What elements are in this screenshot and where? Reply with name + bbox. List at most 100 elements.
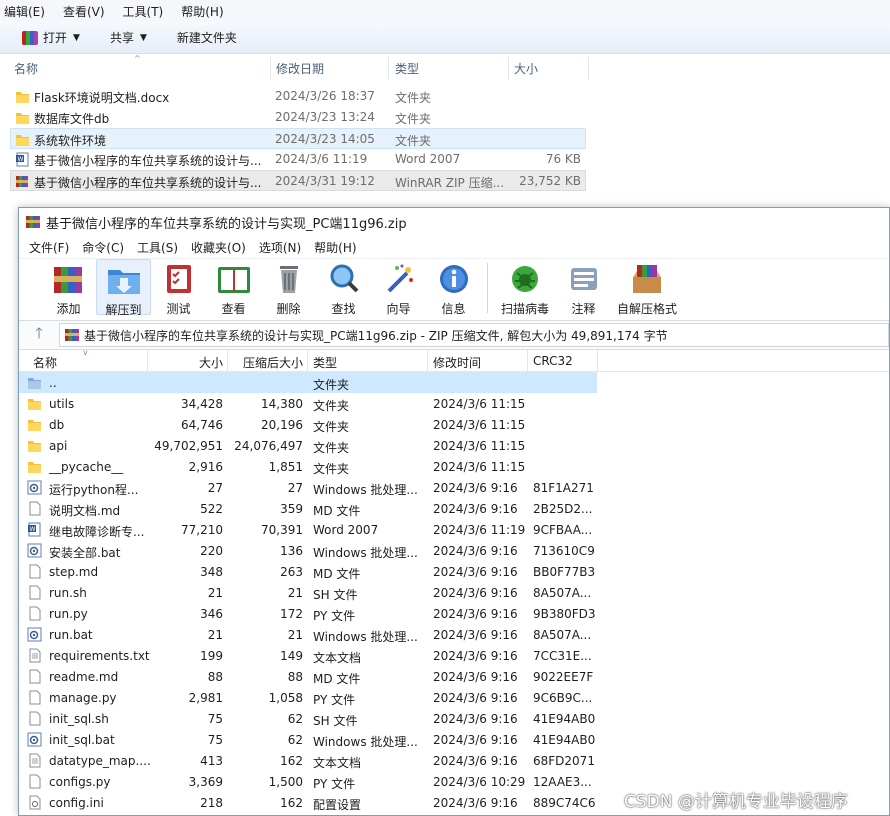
list-item[interactable]: 基于微信小程序的车位共享系统的设计与... 2024/3/31 19:12 Wi… [10,170,586,191]
explorer-file-list: Flask环境说明文档.docx 2024/3/26 18:37 文件夹 数据库… [10,86,586,191]
table-row[interactable]: run.bat 21 21 Windows 批处理... 2024/3/6 9:16 8A… [19,624,889,645]
column-divider[interactable] [388,56,389,80]
table-row[interactable]: requirements.txt 199 149 文本文档 2024/3/6 9:16 7… [19,645,889,666]
table-row[interactable]: 运行python程... 27 27 Windows 批处理... 2024/3/6 9… [19,477,889,498]
table-row[interactable]: init_sql.bat 75 62 Windows 批处理... 2024/3/6 9… [19,729,889,750]
folder-icon [27,459,42,474]
table-row[interactable]: manage.py 2,981 1,058 PY 文件 2024/3/6 9:16 9C6… [19,687,889,708]
column-divider[interactable] [588,56,589,80]
cell-type: SH 文件 [313,588,358,602]
table-row[interactable]: run.sh 21 21 SH 文件 2024/3/6 9:16 8A507A... [19,582,889,603]
explorer-col-date[interactable]: 修改日期 [276,60,324,77]
explorer-menu-help[interactable]: 帮助(H) [177,3,229,20]
extract-to-icon [106,264,142,296]
table-row[interactable]: 说明文档.md 522 359 MD 文件 2024/3/6 9:16 2B25D2... [19,498,889,519]
find-button[interactable]: 查找 [316,259,371,317]
winrar-title-bar[interactable]: 基于微信小程序的车位共享系统的设计与实现_PC端11g96.zip [19,208,889,236]
cell-name: configs.py [49,775,111,789]
settings-file-icon [27,795,42,810]
table-row[interactable]: W 继电故障诊断专... 77,210 70,391 Word 2007 2024/3/6… [19,519,889,540]
test-button[interactable]: 测试 [151,259,206,317]
cell-name: utils [49,397,75,411]
table-row[interactable]: .. 文件夹 [19,372,597,393]
new-folder-button[interactable]: 新建文件夹 [177,29,237,46]
view-button[interactable]: 查看 [206,259,261,317]
cell-type: Windows 批处理... [313,630,418,644]
cell-name: run.bat [49,628,93,642]
wizard-button[interactable]: 向导 [371,259,426,317]
table-row[interactable]: __pycache__ 2,916 1,851 文件夹 2024/3/6 11:15 [19,456,889,477]
table-row[interactable]: step.md 348 263 MD 文件 2024/3/6 9:16 BB0F77B3 [19,561,889,582]
list-item[interactable]: 系统软件环境 2024/3/23 14:05 文件夹 [10,128,586,149]
column-divider[interactable] [270,56,271,80]
open-button-label: 打开 [43,31,68,45]
extract-to-button[interactable]: 解压到 [96,259,151,317]
table-row[interactable]: utils 34,428 14,380 文件夹 2024/3/6 11:15 [19,393,889,414]
cell-type: 配置设置 [313,798,362,812]
column-divider[interactable] [147,350,148,372]
column-divider[interactable] [307,350,308,372]
explorer-col-type[interactable]: 类型 [395,60,419,77]
menu-favorites[interactable]: 收藏夹(O) [191,239,246,256]
table-row[interactable]: api 49,702,951 24,076,497 文件夹 2024/3/6 11:15 [19,435,889,456]
delete-button[interactable]: 删除 [261,259,316,317]
cell-size: 522 [200,502,223,516]
cell-type: 文本文档 [313,651,362,665]
list-item[interactable]: W 基于微信小程序的车位共享系统的设计与... 2024/3/6 11:19 W… [10,149,586,170]
table-row[interactable]: datatype_map.... 413 162 文本文档 2024/3/6 9:16 6… [19,750,889,771]
column-divider[interactable] [508,56,509,80]
column-divider[interactable] [597,350,598,372]
explorer-col-size[interactable]: 大小 [514,60,538,77]
list-item[interactable]: 数据库文件db 2024/3/23 13:24 文件夹 [10,107,586,128]
col-modified[interactable]: 修改时间 [433,354,481,371]
archive-file-list: .. 文件夹 utils 34,428 14,380 文件夹 2024/3/6 11:15 d… [19,372,889,813]
archive-path-field[interactable]: 基于微信小程序的车位共享系统的设计与实现_PC端11g96.zip - ZIP … [59,323,889,347]
file-type: 文件夹 [395,112,432,126]
cell-type: 文件夹 [313,399,350,413]
virus-scan-button[interactable]: 扫描病毒 [494,259,556,317]
explorer-menu-view[interactable]: 查看(V) [59,3,111,20]
cell-name: 继电故障诊断专... [49,525,145,539]
menu-help[interactable]: 帮助(H) [314,239,356,256]
menu-file[interactable]: 文件(F) [29,239,69,256]
col-crc[interactable]: CRC32 [533,354,573,368]
table-row[interactable]: run.py 346 172 PY 文件 2024/3/6 9:16 9B380FD3 [19,603,889,624]
col-size[interactable]: 大小 [149,354,223,371]
explorer-column-header: 名称 ^ 修改日期 类型 大小 [0,54,590,80]
cell-modified: 2024/3/6 9:16 [433,670,518,684]
menu-options[interactable]: 选项(N) [259,239,301,256]
menu-commands[interactable]: 命令(C) [82,239,124,256]
col-type[interactable]: 类型 [313,354,337,371]
menu-tools[interactable]: 工具(S) [137,239,178,256]
add-archive-icon [51,263,87,295]
explorer-col-name[interactable]: 名称 [14,60,38,77]
text-file-icon [27,753,42,768]
sfx-button[interactable]: 自解压格式 [611,259,683,317]
col-name[interactable]: 名称 [33,354,57,371]
info-button[interactable]: 信息 [426,259,481,317]
col-packed[interactable]: 压缩后大小 [229,354,303,371]
cell-modified: 2024/3/6 11:15 [433,418,526,432]
table-row[interactable]: 安装全部.bat 220 136 Windows 批处理... 2024/3/6 9:1… [19,540,889,561]
column-divider[interactable] [227,350,228,372]
explorer-menu-edit[interactable]: 编辑(E) [0,3,51,20]
folder-up-icon [27,375,42,390]
column-divider[interactable] [527,350,528,372]
cell-name: datatype_map.... [49,754,151,768]
table-row[interactable]: readme.md 88 88 MD 文件 2024/3/6 9:16 9022EE7F [19,666,889,687]
explorer-menu-tools[interactable]: 工具(T) [119,3,170,20]
folder-icon [15,132,30,147]
open-button[interactable]: 打开 ▼ [22,29,80,46]
column-divider[interactable] [427,350,428,372]
table-row[interactable]: db 64,746 20,196 文件夹 2024/3/6 11:15 [19,414,889,435]
comment-button-label: 注释 [571,302,596,316]
comment-button[interactable]: 注释 [556,259,611,317]
cell-type: MD 文件 [313,567,361,581]
archive-path-text: 基于微信小程序的车位共享系统的设计与实现_PC端11g96.zip - ZIP … [84,328,668,343]
file-icon [27,606,42,621]
up-arrow-icon[interactable]: 🡑 [19,323,59,348]
add-button[interactable]: 添加 [41,259,96,317]
table-row[interactable]: init_sql.sh 75 62 SH 文件 2024/3/6 9:16 41E94AB… [19,708,889,729]
share-button[interactable]: 共享 ▼ [110,29,147,46]
list-item[interactable]: Flask环境说明文档.docx 2024/3/26 18:37 文件夹 [10,86,586,107]
